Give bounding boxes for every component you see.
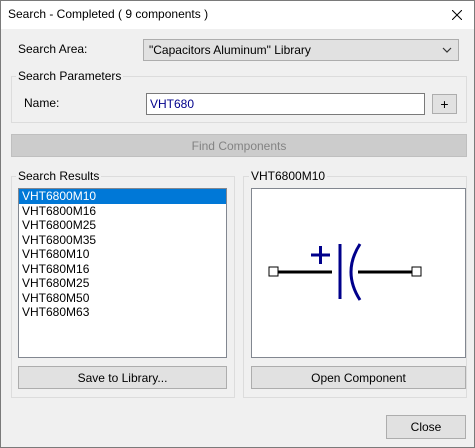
search-results-list[interactable]: VHT6800M10 VHT6800M16 VHT6800M25 VHT6800M35…	[18, 188, 227, 358]
window-title: Search - Completed ( 9 components )	[8, 7, 209, 21]
capacitor-symbol-icon	[268, 243, 422, 301]
list-item[interactable]: VHT680M25	[19, 276, 226, 291]
preview-title: VHT6800M10	[249, 169, 328, 183]
list-item[interactable]: VHT6800M10	[19, 189, 226, 204]
title-bar: Search - Completed ( 9 components )	[1, 1, 474, 29]
open-component-label: Open Component	[311, 370, 406, 385]
list-item[interactable]: VHT680M63	[19, 305, 226, 320]
find-components-button[interactable]: Find Components	[11, 134, 467, 157]
open-component-button[interactable]: Open Component	[251, 366, 466, 389]
add-parameter-button[interactable]: +	[432, 94, 457, 114]
close-label: Close	[410, 420, 442, 434]
component-preview	[251, 188, 466, 358]
window-close-button[interactable]	[440, 1, 474, 29]
list-item[interactable]: VHT680M10	[19, 247, 226, 262]
search-dialog: Search - Completed ( 9 components ) Sear…	[0, 0, 475, 448]
list-item[interactable]: VHT680M50	[19, 291, 226, 306]
save-to-library-label: Save to Library...	[77, 370, 168, 385]
list-item[interactable]: VHT6800M25	[19, 218, 226, 233]
close-button[interactable]: Close	[386, 415, 466, 439]
close-icon	[452, 10, 462, 20]
name-input[interactable]	[146, 93, 425, 115]
search-results-title: Search Results	[16, 169, 102, 183]
search-parameters-title: Search Parameters	[16, 69, 124, 83]
find-components-label: Find Components	[191, 138, 287, 153]
save-to-library-button[interactable]: Save to Library...	[18, 366, 227, 389]
search-area-value: "Capacitors Aluminum" Library	[149, 43, 311, 57]
list-item[interactable]: VHT680M16	[19, 262, 226, 277]
list-item[interactable]: VHT6800M16	[19, 204, 226, 219]
list-item[interactable]: VHT6800M35	[19, 233, 226, 248]
plus-icon: +	[440, 96, 449, 112]
search-area-select[interactable]: "Capacitors Aluminum" Library	[143, 39, 459, 61]
name-label: Name:	[24, 96, 60, 110]
search-area-label: Search Area:	[18, 42, 88, 56]
chevron-down-icon	[442, 47, 452, 53]
